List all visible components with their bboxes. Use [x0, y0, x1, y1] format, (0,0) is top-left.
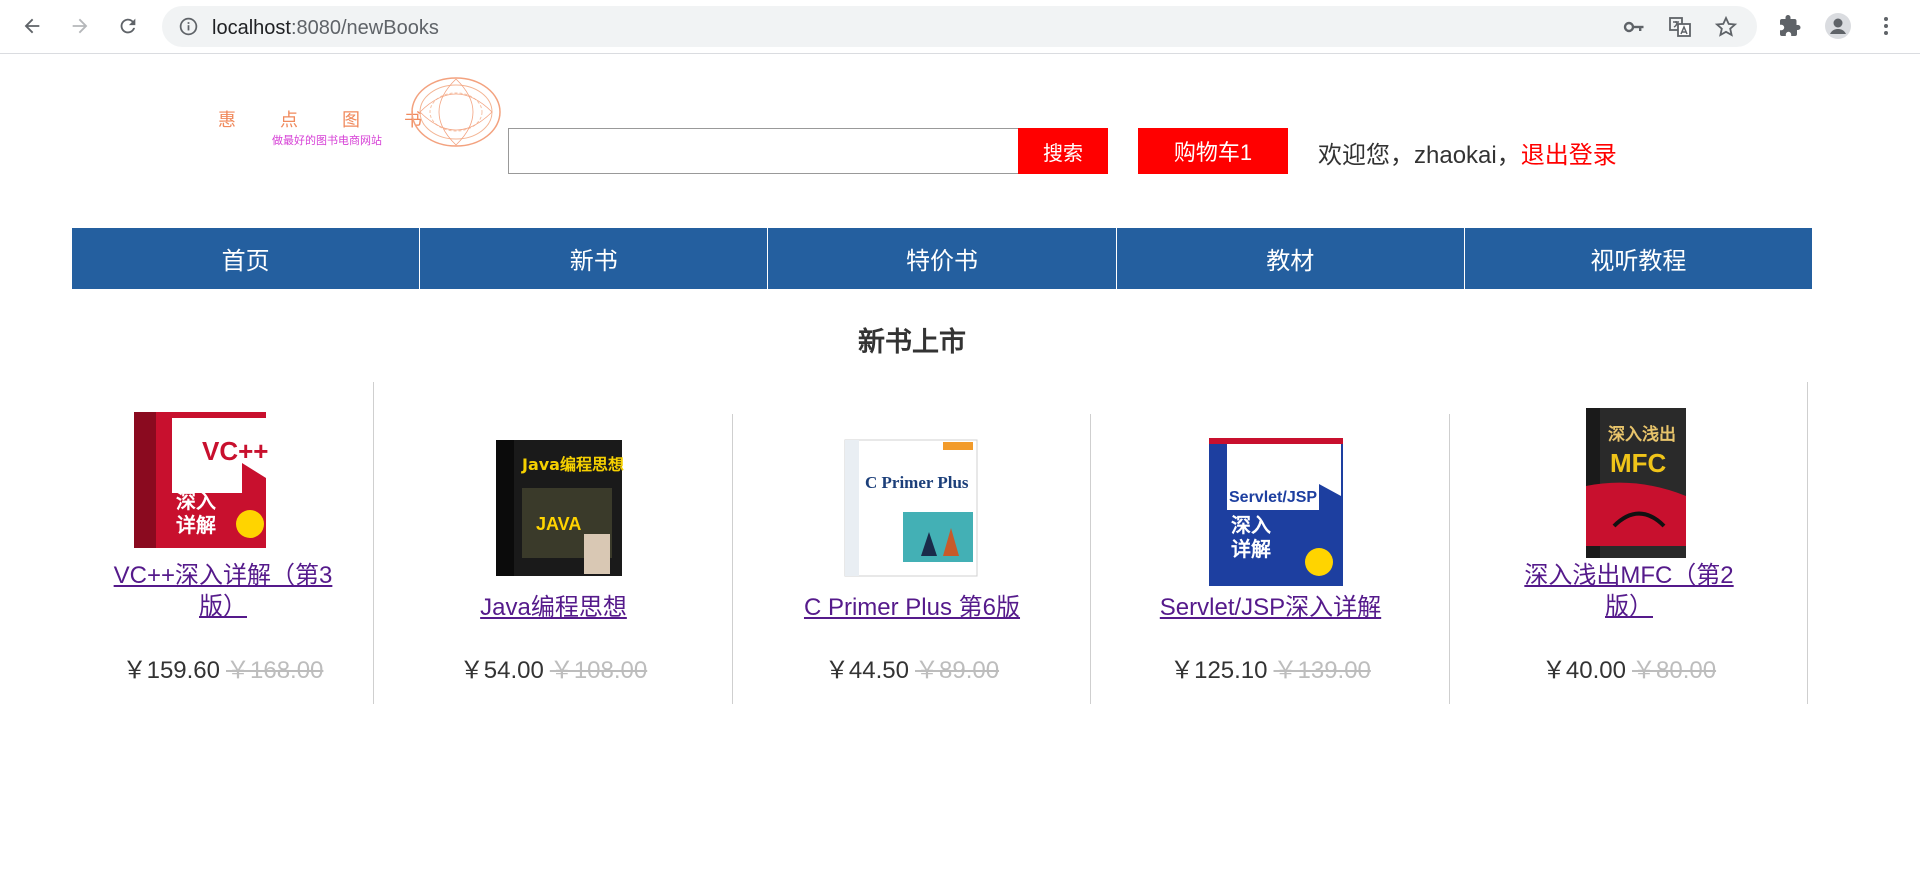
nav-item-special-price[interactable]: 特价书: [768, 228, 1117, 289]
svg-text:VC++: VC++: [202, 436, 269, 466]
book-card: C Primer Plus C Primer Plus 第6版 ￥44.50 ￥8…: [733, 382, 1091, 704]
key-icon[interactable]: [1622, 15, 1646, 39]
search-input[interactable]: [508, 128, 1020, 174]
book-card: VC++ 深入 详解 VC++深入详解（第3 版） ￥159.60 ￥168.00: [72, 382, 374, 704]
welcome-area: 欢迎您，zhaokai，退出登录: [1318, 135, 1617, 170]
book-cover-image[interactable]: 深入浅出 MFC: [1584, 406, 1688, 560]
section-title: 新书上市: [858, 327, 966, 357]
svg-text:Servlet/JSP: Servlet/JSP: [1229, 489, 1317, 506]
svg-text:深入: 深入: [1231, 513, 1271, 537]
url-text: localhost:8080/newBooks: [212, 17, 439, 39]
reload-icon[interactable]: [112, 10, 144, 42]
svg-text:C Primer Plus: C Primer Plus: [865, 473, 969, 492]
nav-item-new-books[interactable]: 新书: [420, 228, 769, 289]
book-original-price: ￥89.00: [915, 657, 1000, 684]
extensions-icon[interactable]: [1776, 12, 1804, 40]
bookmark-star-icon[interactable]: [1714, 15, 1738, 39]
svg-text:深入浅出: 深入浅出: [1608, 424, 1676, 445]
book-price: ￥125.10 ￥139.00: [1170, 657, 1371, 684]
logo-seal-icon: [411, 77, 501, 147]
svg-text:详解: 详解: [176, 513, 216, 537]
site-info-icon[interactable]: [178, 16, 199, 37]
book-price: ￥44.50 ￥89.00: [824, 657, 1000, 684]
nav-item-home[interactable]: 首页: [72, 228, 421, 289]
site-logo[interactable]: 惠点图书 做最好的图书电商网站: [210, 74, 505, 154]
book-cover-image[interactable]: VC++ 深入 详解: [132, 408, 272, 550]
book-card: Servlet/JSP 深入 详解 Servlet/JSP深入详解 ￥125.1…: [1091, 382, 1450, 704]
svg-text:详解: 详解: [1231, 537, 1271, 561]
welcome-text: 欢迎您，zhaokai，: [1318, 142, 1521, 169]
forward-icon[interactable]: [64, 10, 96, 42]
book-cover-image[interactable]: Servlet/JSP 深入 详解: [1207, 436, 1345, 588]
profile-avatar-icon[interactable]: [1824, 12, 1852, 40]
book-card: 深入浅出 MFC 深入浅出MFC（第2 版） ￥40.00 ￥80.00: [1450, 382, 1808, 704]
search-button[interactable]: 搜索: [1018, 128, 1108, 174]
book-cover-image[interactable]: C Primer Plus: [843, 438, 979, 578]
book-original-price: ￥108.00: [549, 657, 648, 684]
nav-item-video-courses[interactable]: 视听教程: [1465, 228, 1812, 289]
book-price: ￥54.00 ￥108.00: [459, 657, 648, 684]
book-title-link[interactable]: Java编程思想: [374, 592, 733, 623]
book-title-link[interactable]: VC++深入详解（第3 版）: [72, 560, 374, 622]
book-title-link[interactable]: 深入浅出MFC（第2 版）: [1450, 560, 1808, 622]
back-icon[interactable]: [16, 10, 48, 42]
book-price: ￥40.00 ￥80.00: [1541, 657, 1717, 684]
book-title-link[interactable]: Servlet/JSP深入详解: [1091, 592, 1450, 623]
address-bar[interactable]: localhost:8080/newBooks: [162, 6, 1757, 47]
nav-item-textbooks[interactable]: 教材: [1117, 228, 1465, 289]
svg-text:Java编程思想: Java编程思想: [521, 455, 624, 474]
cart-button[interactable]: 购物车1: [1138, 128, 1288, 174]
book-original-price: ￥168.00: [226, 657, 324, 684]
book-original-price: ￥139.00: [1273, 657, 1371, 684]
book-list: VC++ 深入 详解 VC++深入详解（第3 版） ￥159.60 ￥168.00 …: [72, 382, 1808, 704]
browser-toolbar: localhost:8080/newBooks: [0, 0, 1920, 54]
book-price: ￥159.60 ￥168.00: [122, 657, 324, 684]
svg-text:MFC: MFC: [1610, 448, 1667, 478]
svg-text:JAVA: JAVA: [536, 514, 581, 534]
logo-slogan: 做最好的图书电商网站: [272, 135, 382, 147]
menu-dots-icon[interactable]: [1872, 12, 1900, 40]
book-cover-image[interactable]: Java编程思想 JAVA: [494, 438, 624, 578]
translate-icon[interactable]: [1668, 15, 1692, 39]
logout-link[interactable]: 退出登录: [1521, 142, 1617, 169]
main-nav: 首页 新书 特价书 教材 视听教程: [72, 228, 1812, 289]
book-title-link[interactable]: C Primer Plus 第6版: [733, 592, 1091, 623]
svg-text:深入: 深入: [176, 489, 216, 513]
book-original-price: ￥80.00: [1632, 657, 1717, 684]
book-card: Java编程思想 JAVA Java编程思想 ￥54.00 ￥108.00: [374, 382, 733, 704]
